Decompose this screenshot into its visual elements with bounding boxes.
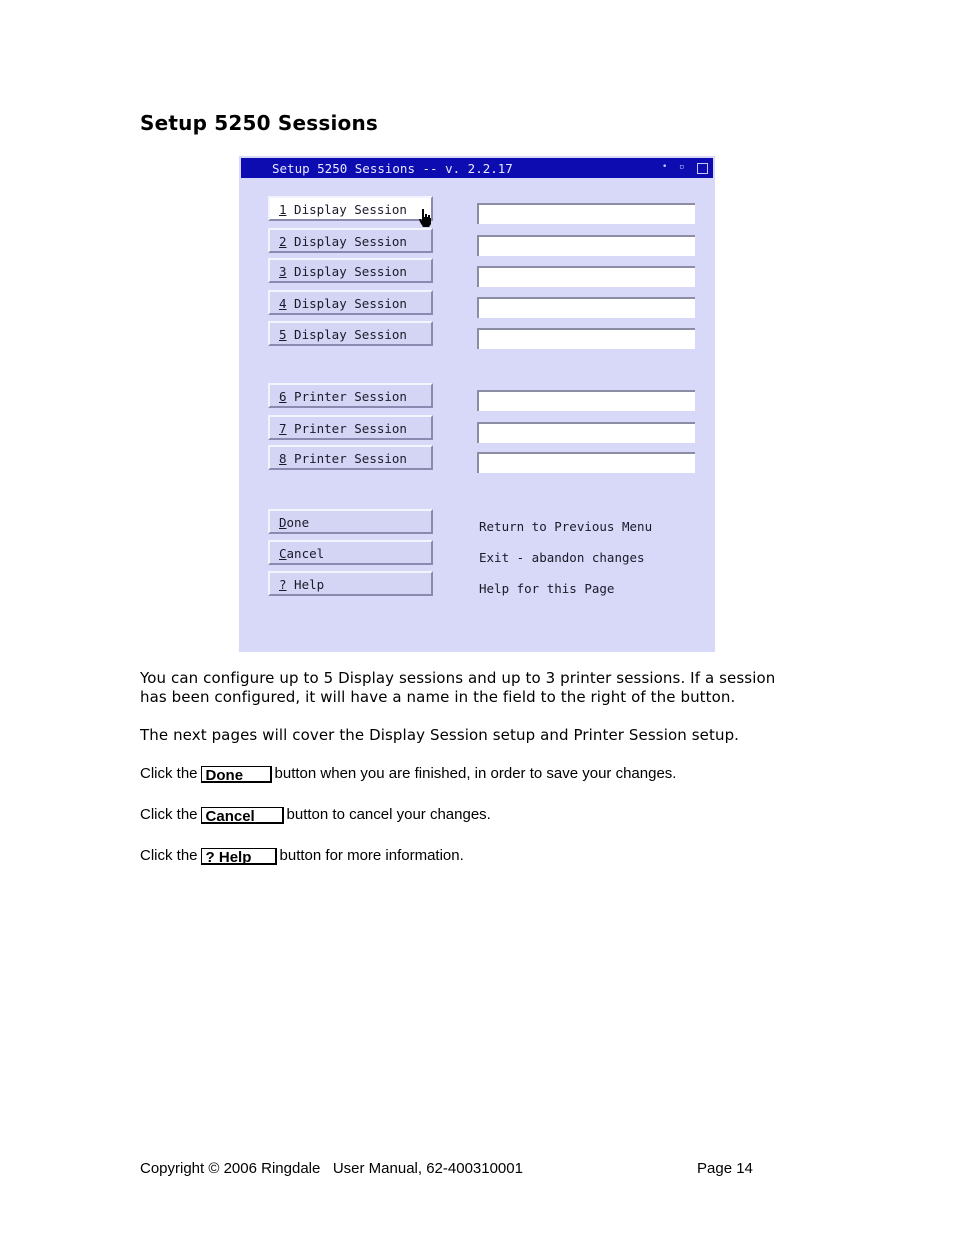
display-session-5-field[interactable] [477,328,695,349]
cancel-description: Exit - abandon changes [479,550,645,565]
help-description: Help for this Page [479,581,615,596]
instruction-cancel: Click the Cancel button to cancel your cha… [140,806,491,825]
display-session-4-field[interactable] [477,297,695,318]
display-session-3-button[interactable]: 3 Display Session [268,258,433,283]
done-description: Return to Previous Menu [479,519,653,534]
minimize-icon[interactable]: • [662,162,667,172]
window-titlebar: Setup 5250 Sessions -- v. 2.2.17 • ▫ [241,158,713,178]
display-session-3-field[interactable] [477,266,695,287]
display-session-2-field[interactable] [477,235,695,256]
printer-session-6-field[interactable] [477,390,695,411]
display-session-4-button[interactable]: 4 Display Session [268,290,433,315]
hand-cursor-icon [419,209,431,227]
done-button[interactable]: Done [268,509,433,534]
help-label-box: ? Help [200,848,277,866]
display-session-2-button[interactable]: 2 Display Session [268,228,433,253]
printer-session-7-button[interactable]: 7 Printer Session [268,415,433,440]
display-session-5-button[interactable]: 5 Display Session [268,321,433,346]
display-session-1-button[interactable]: 1 Display Session [268,196,433,221]
printer-session-6-button[interactable]: 6 Printer Session [268,383,433,408]
section-heading: Setup 5250 Sessions [140,111,378,135]
printer-session-7-field[interactable] [477,422,695,443]
next-pages-paragraph: The next pages will cover the Display Se… [140,726,740,744]
cancel-button[interactable]: Cancel [268,540,433,565]
display-session-1-field[interactable] [477,203,695,224]
footer-page-number: Page 14 [697,1160,753,1177]
window-title: Setup 5250 Sessions -- v. 2.2.17 [272,161,513,176]
printer-session-8-button[interactable]: 8 Printer Session [268,445,433,470]
printer-session-8-field[interactable] [477,452,695,473]
instruction-help: Click the? Help button for more informati… [140,847,464,866]
help-button[interactable]: ? Help [268,571,433,596]
footer-copyright: Copyright © 2006 Ringdale User Manual, 6… [140,1160,523,1177]
done-label-box: Done [200,766,272,784]
intro-paragraph: You can configure up to 5 Display sessio… [140,669,776,706]
maximize-icon[interactable] [697,163,708,174]
instruction-done: Click the Done button when you are finishe… [140,765,677,784]
cancel-label-box: Cancel [200,807,284,825]
restore-icon[interactable]: ▫ [679,162,684,172]
